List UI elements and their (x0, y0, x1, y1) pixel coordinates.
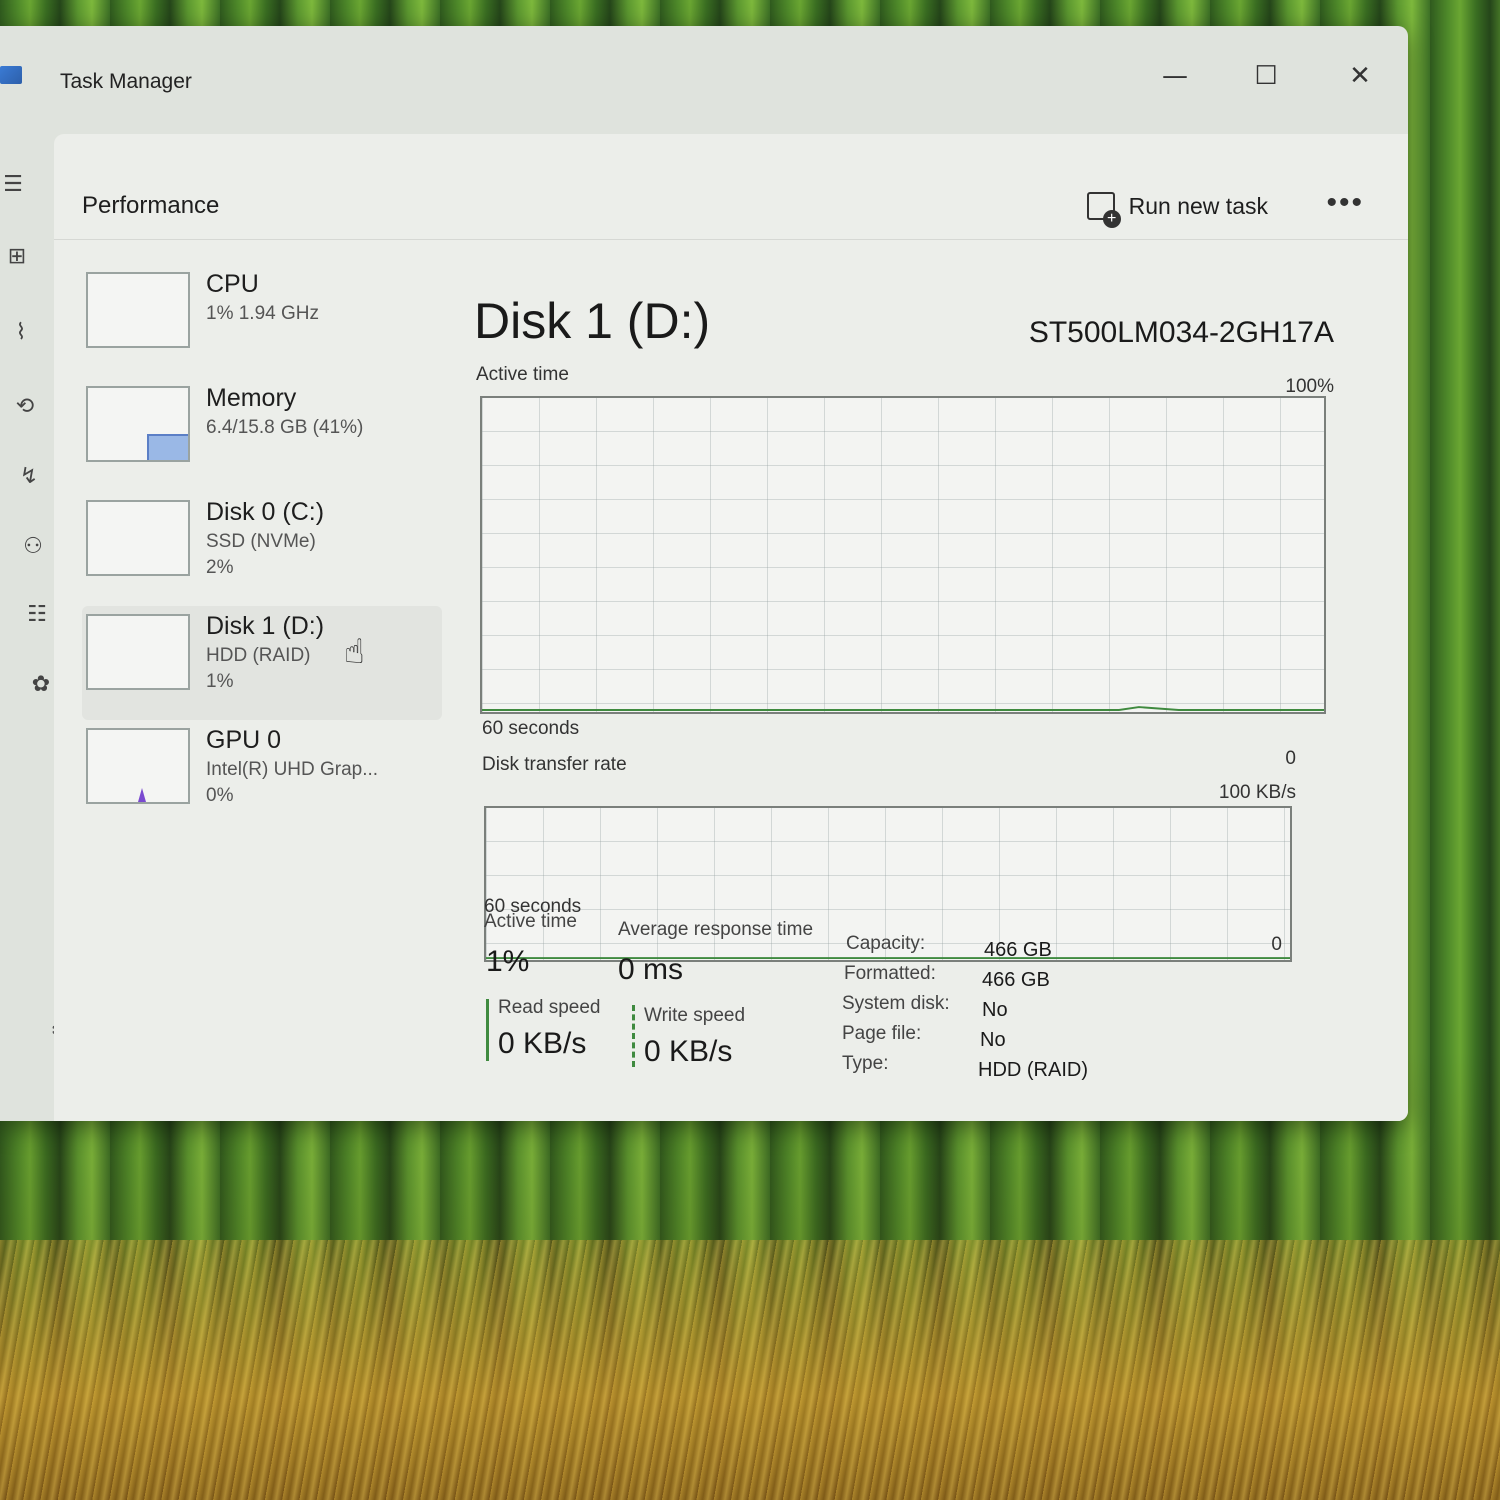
active-time-chart (480, 396, 1326, 714)
active-time-chart-label: Active time (476, 364, 569, 385)
gpu-mini-graph (86, 728, 190, 804)
page-header: Performance Run new task ••• (54, 134, 1408, 240)
device-item-cpu[interactable]: CPU 1% 1.94 GHz (82, 264, 442, 378)
capacity-label: Capacity: (846, 933, 926, 954)
more-options-button[interactable]: ••• (1326, 186, 1364, 220)
device-item-disk-0[interactable]: Disk 0 (C:) SSD (NVMe) 2% (82, 492, 442, 606)
type-label: Type: (842, 1053, 889, 1074)
memory-usage-fill (147, 434, 188, 460)
device-name: Disk 0 (C:) (206, 498, 325, 526)
desktop-wallpaper (0, 1240, 1500, 1500)
details-icon[interactable]: ☷ (16, 596, 58, 632)
device-item-memory[interactable]: Memory 6.4/15.8 GB (41%) (82, 378, 442, 492)
avg-response-value: 0 ms (618, 953, 684, 986)
run-new-task-button[interactable]: Run new task (1086, 192, 1268, 228)
active-time-chart-time: 60 seconds (482, 718, 580, 739)
task-manager-window: Task Manager — ☐ ✕ ☰ ⊞ ⌇ ⟲ ↯ ⚇ ☷ ✿ ⚙ Per… (0, 26, 1408, 1121)
active-time-chart-min: 0 (1285, 748, 1296, 769)
active-time-line (482, 706, 1324, 712)
device-detail: HDD (RAID) (206, 645, 311, 666)
app-history-icon[interactable]: ⟲ (4, 388, 46, 424)
device-detail: SSD (NVMe) (206, 531, 316, 552)
active-time-value: 1% (486, 945, 530, 978)
device-detail: Intel(R) UHD Grap... (206, 759, 379, 780)
capacity-value: 466 GB (984, 939, 1052, 961)
maximize-button[interactable]: ☐ (1246, 56, 1286, 96)
write-speed-value: 0 KB/s (644, 1035, 733, 1068)
title-bar: Task Manager — ☐ ✕ (0, 26, 1408, 136)
disk-1-mini-graph (86, 614, 190, 690)
transfer-chart-label: Disk transfer rate (482, 754, 627, 775)
device-usage: 2% (206, 557, 234, 578)
page-title: Performance (82, 192, 220, 219)
task-manager-app-icon (0, 66, 22, 84)
device-name: Memory (206, 384, 297, 412)
run-new-task-icon (1086, 192, 1121, 228)
read-speed-indicator (486, 999, 489, 1061)
cpu-mini-graph (86, 272, 190, 348)
users-icon[interactable]: ⚇ (12, 528, 54, 564)
disk-model: ST500LM034-2GH17A (1028, 316, 1334, 349)
device-name: GPU 0 (206, 726, 282, 754)
memory-mini-graph (86, 386, 190, 462)
hand-cursor-icon: ☝ (344, 632, 365, 672)
device-name: Disk 1 (D:) (206, 612, 325, 640)
formatted-value: 466 GB (982, 969, 1050, 991)
device-detail: 1% 1.94 GHz (206, 303, 319, 324)
read-speed-label: Read speed (498, 997, 601, 1018)
system-disk-label: System disk: (842, 993, 950, 1014)
minimize-button[interactable]: — (1155, 56, 1195, 96)
system-disk-value: No (982, 999, 1008, 1021)
performance-icon[interactable]: ⌇ (0, 314, 42, 350)
device-item-disk-1[interactable]: Disk 1 (D:) HDD (RAID) 1% ☝ (82, 606, 442, 720)
device-item-gpu-0[interactable]: GPU 0 Intel(R) UHD Grap... 0% (82, 720, 442, 834)
active-time-chart-max: 100% (1285, 376, 1334, 397)
device-list: CPU 1% 1.94 GHz Memory 6.4/15.8 GB (41%)… (82, 264, 442, 834)
device-usage: 1% (206, 671, 234, 692)
startup-apps-icon[interactable]: ↯ (8, 458, 50, 494)
write-speed-label: Write speed (644, 1005, 746, 1026)
device-usage: 0% (206, 785, 234, 806)
transfer-chart-max: 100 KB/s (1218, 782, 1296, 803)
page-file-label: Page file: (842, 1023, 922, 1044)
device-detail: 6.4/15.8 GB (41%) (206, 417, 364, 438)
read-speed-value: 0 KB/s (498, 1027, 587, 1060)
close-button[interactable]: ✕ (1340, 56, 1380, 96)
disk-0-mini-graph (86, 500, 190, 576)
window-title: Task Manager (60, 70, 192, 93)
device-name: CPU (206, 270, 259, 298)
write-speed-indicator (632, 1005, 635, 1067)
type-value: HDD (RAID) (978, 1059, 1088, 1081)
active-time-label: Active time (484, 911, 577, 932)
formatted-label: Formatted: (844, 963, 936, 984)
run-new-task-label: Run new task (1128, 192, 1268, 219)
gpu-usage-spike (138, 788, 146, 802)
disk-stats: Active time 1% Average response time 0 m… (430, 911, 1408, 1081)
page-file-value: No (980, 1029, 1006, 1051)
menu-icon[interactable]: ☰ (0, 166, 34, 202)
processes-icon[interactable]: ⊞ (0, 238, 38, 274)
disk-title: Disk 1 (D:) (474, 293, 711, 349)
avg-response-label: Average response time (618, 919, 814, 940)
